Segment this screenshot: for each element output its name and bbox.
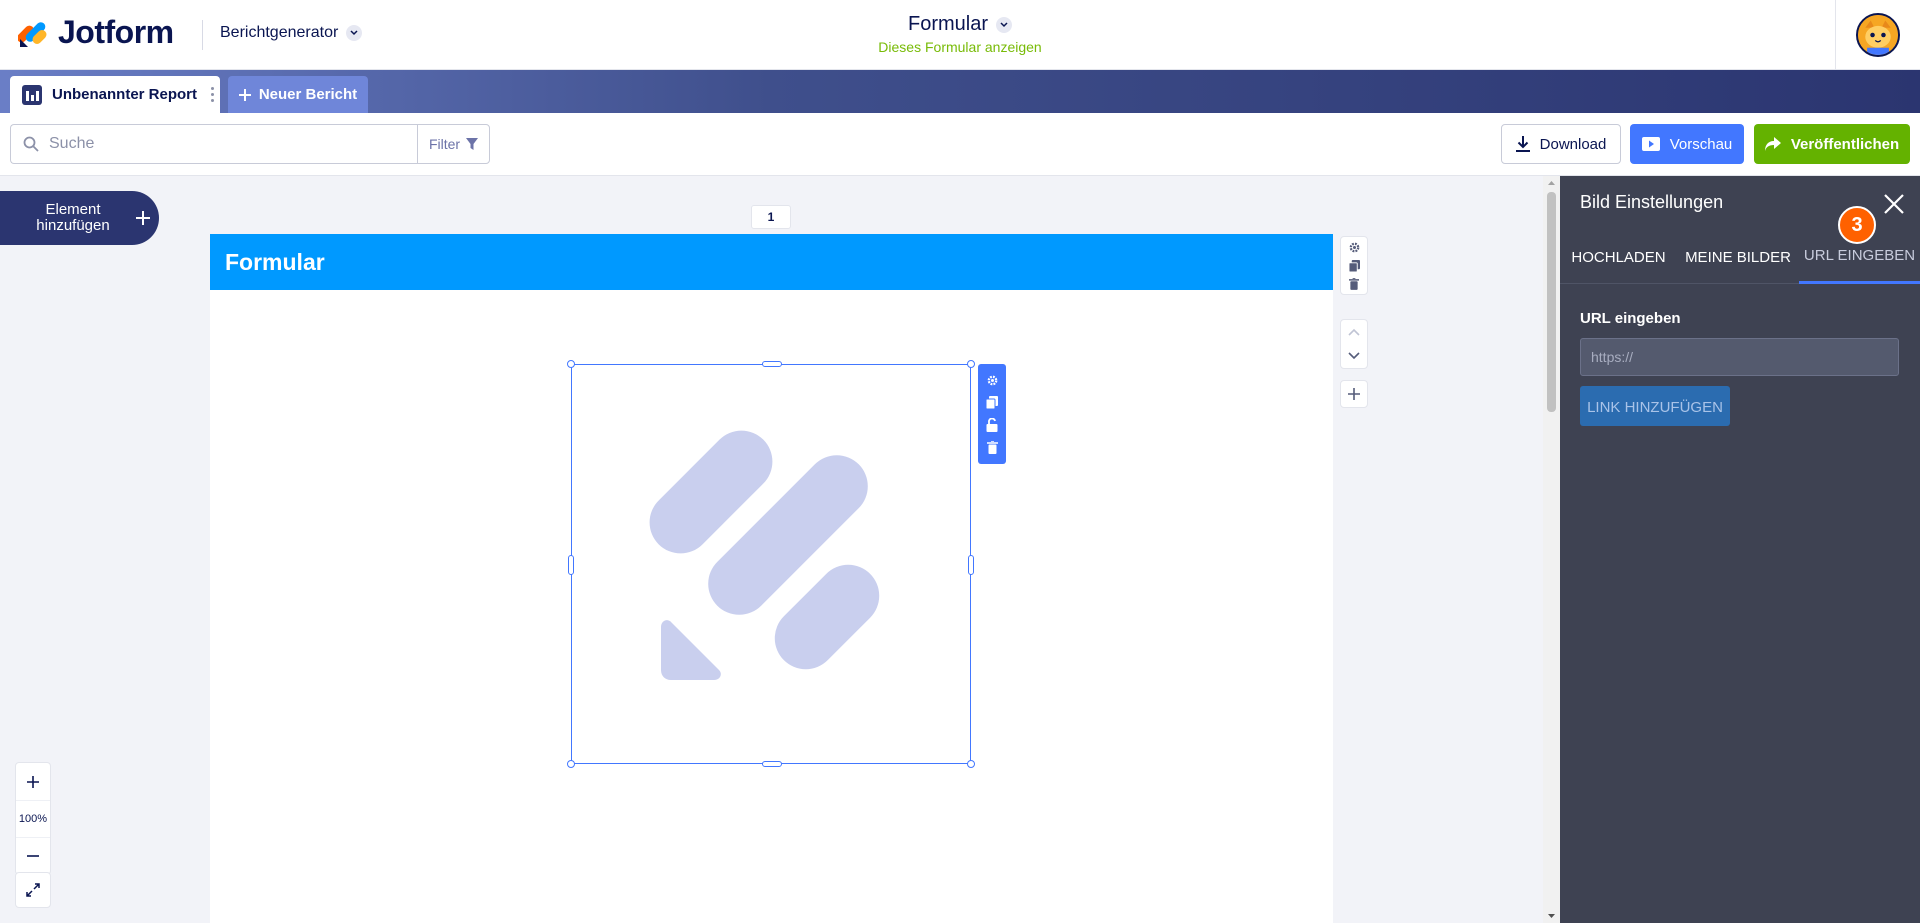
copy-icon[interactable] — [986, 396, 998, 410]
form-title-dropdown[interactable]: Formular — [760, 13, 1160, 36]
report-tab-bar: Unbenannter Report Neuer Bericht — [0, 70, 1920, 113]
resize-handle-bottom-right[interactable] — [967, 760, 975, 768]
zoom-level: 100% — [16, 800, 50, 837]
page-tools — [1340, 236, 1368, 295]
play-icon — [1641, 137, 1660, 151]
canvas-scrollbar[interactable] — [1543, 176, 1560, 923]
search-box — [10, 124, 418, 164]
publish-button[interactable]: Veröffentlichen — [1754, 124, 1910, 164]
download-label: Download — [1539, 135, 1607, 153]
add-element-button[interactable]: Element hinzufügen — [0, 191, 159, 245]
resize-handle-top-right[interactable] — [967, 360, 975, 368]
image-element[interactable] — [567, 360, 975, 768]
download-icon — [1515, 136, 1530, 152]
resize-handle-left[interactable] — [568, 555, 574, 575]
image-element-toolbar — [978, 364, 1006, 464]
download-button[interactable]: Download — [1501, 124, 1621, 164]
scrollbar-thumb[interactable] — [1547, 192, 1556, 412]
page-header-title[interactable]: Formular — [210, 234, 1333, 290]
plus-icon — [136, 211, 150, 225]
panel-title: Bild Einstellungen — [1580, 192, 1724, 212]
minus-icon — [27, 855, 39, 857]
chevron-down-icon — [346, 25, 363, 41]
resize-handle-bottom-left[interactable] — [567, 760, 575, 768]
form-title: Formular — [907, 13, 988, 35]
new-report-button[interactable]: Neuer Bericht — [228, 76, 368, 113]
close-icon[interactable] — [1882, 192, 1906, 216]
resize-handle-bottom[interactable] — [762, 761, 782, 767]
filter-button[interactable]: Filter — [417, 124, 490, 164]
header-divider — [202, 20, 203, 50]
plus-icon — [1348, 388, 1360, 400]
chevron-down-icon[interactable] — [1348, 352, 1360, 360]
filter-label: Filter — [428, 136, 461, 152]
brand-name: Jotform — [58, 14, 174, 50]
copy-icon[interactable] — [1348, 260, 1360, 272]
search-input[interactable] — [49, 135, 389, 153]
preview-button[interactable]: Vorschau — [1630, 124, 1744, 164]
gear-icon[interactable] — [986, 374, 999, 387]
add-element-label: Element hinzufügen — [36, 201, 110, 234]
publish-label: Veröffentlichen — [1790, 135, 1900, 153]
chevron-up-icon[interactable] — [1348, 328, 1360, 336]
zoom-in-button[interactable] — [16, 763, 50, 800]
scroll-up-icon — [1548, 181, 1555, 185]
gear-icon[interactable] — [1348, 241, 1361, 254]
toolbar: Filter Download Vorschau Veröffentlichen — [0, 113, 1920, 176]
zoom-out-button[interactable] — [16, 837, 50, 874]
jotform-logo[interactable]: Jotform — [18, 14, 174, 51]
user-menu[interactable] — [1835, 0, 1920, 70]
more-options-icon[interactable] — [211, 87, 214, 102]
tab-unnamed-report[interactable]: Unbenannter Report — [10, 76, 220, 113]
avatar — [1856, 13, 1900, 57]
image-settings-panel: Bild Einstellungen 3 HOCHLADEN MEINE BIL… — [1560, 176, 1920, 923]
url-field-label: URL eingeben — [1580, 310, 1681, 327]
fullscreen-button[interactable] — [15, 872, 51, 908]
search-icon — [23, 136, 39, 152]
trash-icon[interactable] — [1349, 278, 1359, 290]
filter-icon — [466, 138, 479, 150]
page-number-badge: 1 — [751, 205, 791, 229]
view-form-link[interactable]: Dieses Formular anzeigen — [760, 39, 1160, 55]
scroll-down-icon — [1548, 914, 1555, 918]
app-name: Berichtgenerator — [220, 24, 339, 41]
zoom-controls: 100% — [15, 762, 51, 875]
step-badge: 3 — [1838, 206, 1876, 244]
add-link-button[interactable]: LINK HINZUFÜGEN — [1580, 386, 1730, 426]
lock-icon[interactable] — [986, 417, 998, 432]
share-arrow-icon — [1764, 137, 1781, 151]
report-tab-label: Unbenannter Report — [52, 86, 198, 103]
app-switcher[interactable]: Berichtgenerator — [220, 24, 363, 42]
url-input[interactable] — [1580, 338, 1899, 376]
plus-icon — [27, 775, 39, 788]
tab-upload[interactable]: HOCHLADEN — [1560, 230, 1677, 284]
jotform-logo-icon — [18, 21, 47, 47]
plus-icon — [238, 88, 251, 101]
report-page: Formular — [210, 234, 1333, 923]
resize-handle-right[interactable] — [968, 555, 974, 575]
page-order-tools — [1340, 319, 1368, 369]
resize-handle-top[interactable] — [762, 361, 782, 367]
trash-icon[interactable] — [986, 440, 998, 454]
expand-icon — [26, 883, 40, 897]
top-header: Jotform Berichtgenerator Formular Dieses… — [0, 0, 1920, 70]
resize-handle-top-left[interactable] — [567, 360, 575, 368]
add-page-button[interactable] — [1340, 380, 1368, 408]
report-chart-icon — [22, 84, 42, 105]
form-title-block: Formular Dieses Formular anzeigen — [760, 13, 1160, 55]
preview-label: Vorschau — [1669, 135, 1733, 153]
image-placeholder-logo — [649, 430, 880, 680]
tab-my-images[interactable]: MEINE BILDER — [1677, 230, 1799, 284]
new-report-label: Neuer Bericht — [258, 86, 358, 103]
chevron-down-icon — [996, 16, 1012, 33]
